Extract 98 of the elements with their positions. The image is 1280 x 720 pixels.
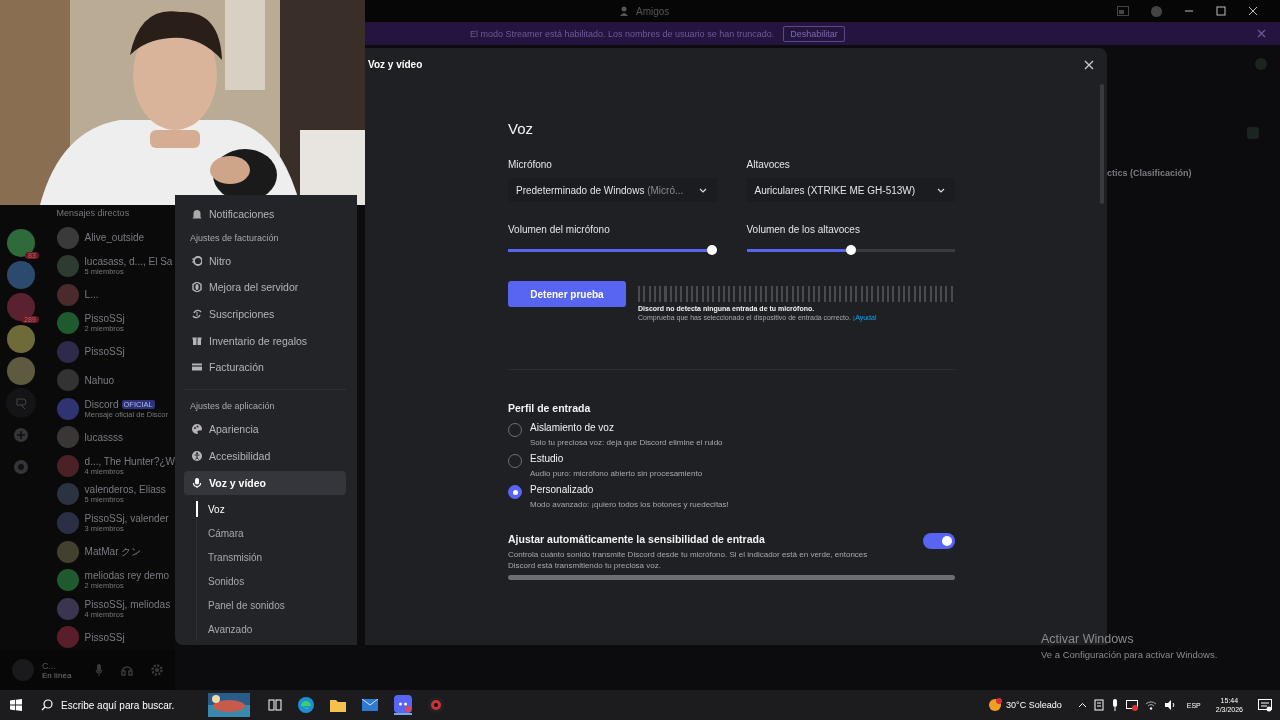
search-icon [41, 699, 53, 711]
palette-icon [192, 424, 202, 435]
contact-name[interactable]: Nahuo [84, 374, 115, 386]
sidebar-item[interactable]: Notificaciones [184, 202, 346, 226]
bell-icon [192, 209, 202, 219]
server-icon[interactable] [6, 293, 35, 321]
server-icon[interactable] [6, 357, 35, 385]
contact-name[interactable]: meliodas rey demo [84, 570, 170, 582]
browser-icon[interactable] [298, 697, 314, 713]
maximize-icon[interactable] [1216, 6, 1226, 16]
sidebar-subitem[interactable]: Transmisión [196, 545, 346, 570]
activation-text: Ve a Configuración para activar Windows. [1041, 649, 1218, 660]
monitor-icon[interactable] [1125, 699, 1138, 711]
contact-name[interactable]: Discord [84, 398, 119, 410]
section-heading: Ajustes de aplicación [189, 401, 276, 414]
section-heading: Voz [508, 120, 535, 137]
user-status: En línea [42, 670, 72, 680]
notification-icon[interactable] [1258, 698, 1272, 712]
field-label: Volumen de los altavoces [746, 224, 861, 235]
volume-icon[interactable] [1163, 700, 1176, 710]
contact-name[interactable]: PissoSSj, valender [84, 513, 169, 524]
contact-name[interactable]: PissoSSj [84, 313, 125, 325]
card-icon [192, 362, 202, 373]
inbox-icon[interactable] [1117, 6, 1129, 16]
sidebar-item[interactable]: Mejora del servidor [184, 275, 346, 300]
contact-name[interactable]: MatMar クン [84, 544, 142, 559]
stop-test-button[interactable]: Detener prueba [508, 281, 626, 307]
weather-widget[interactable]: 30°C Soleado [988, 698, 1062, 712]
contact-name[interactable]: PissoSSj, meliodas [84, 598, 171, 610]
sidebar-subitem[interactable]: Avanzado [196, 617, 346, 642]
option-label: Estudio [530, 453, 565, 464]
nitro-icon [192, 255, 202, 266]
section-heading: Mensajes directos [56, 208, 131, 220]
contact-name[interactable]: L... [84, 289, 99, 301]
sidebar-subitem[interactable]: Sonidos [196, 569, 346, 594]
banner-text: El modo Streamer está habilitado. Los nombres de usuario se han truncado. [470, 28, 775, 39]
server-icon[interactable] [6, 325, 35, 353]
setting-description: Controla cuánto sonido transmite Discord desde tu micrófono. Si el indicador está en verde, entonces Discord está transmitiendo tu preciosa voz. [508, 549, 869, 572]
refresh-icon [192, 309, 202, 320]
sidebar-item[interactable]: Accesibilidad [184, 443, 346, 468]
disable-button[interactable]: Deshabilitar [783, 25, 845, 42]
radio-button[interactable] [508, 485, 522, 499]
boost-icon [192, 282, 202, 293]
sidebar-item[interactable]: Voz y vídeo [184, 470, 346, 495]
toggle-switch[interactable] [923, 533, 955, 549]
activity-text: ctics (Clasificación) [1107, 168, 1192, 178]
window-title: Amigos [636, 5, 670, 17]
sidebar-subitem[interactable]: Cámara [196, 521, 346, 546]
section-heading: Ajustes de facturación [189, 232, 280, 245]
contact-name[interactable]: lucasass, d..., El Sa [84, 256, 173, 268]
server-icon[interactable] [6, 261, 35, 289]
accessibility-icon [192, 450, 202, 461]
contact-name[interactable]: Alive_outside [84, 232, 145, 243]
sidebar-item[interactable]: Inventario de regalos [184, 328, 346, 353]
sidebar-item[interactable]: Suscripciones [184, 302, 346, 327]
sidebar-item[interactable]: Apariencia [184, 417, 346, 442]
device-dropdown[interactable]: Predeterminado de Windows (Micró... [508, 178, 717, 202]
contact-name[interactable]: valenderos, Eliass [84, 484, 166, 496]
contact-name[interactable]: PissoSSj [84, 631, 125, 643]
field-label: Micrófono [508, 159, 553, 170]
contact-name[interactable]: lucassss [84, 431, 123, 443]
friends-icon [620, 6, 630, 16]
mail-icon[interactable] [362, 699, 378, 711]
task-view-icon[interactable] [268, 698, 282, 712]
device-icon[interactable] [1093, 699, 1104, 711]
setting-label: Ajustar automáticamente la sensibilidad de entrada [508, 533, 766, 545]
activation-title: Activar Windows [1041, 632, 1135, 646]
recorder-icon[interactable] [428, 697, 444, 713]
user-name: C... [42, 660, 57, 671]
chat-app-icon[interactable] [394, 695, 412, 715]
sidebar-subitem[interactable]: Voz [196, 501, 346, 518]
option-description: Modo avanzado: ¡quiero todos los botones y ruedecitas! [530, 500, 729, 509]
sidebar-item[interactable]: Facturación [184, 355, 346, 380]
wifi-icon[interactable] [1144, 700, 1157, 710]
option-label: Personalizado [530, 484, 595, 495]
gift-icon [192, 335, 202, 346]
chevron-down-icon [698, 187, 707, 193]
folder-icon[interactable] [330, 698, 346, 712]
contact-name[interactable]: PissoSSj [84, 346, 125, 358]
dialog-title: Voz y vídeo [368, 59, 423, 70]
option-description: Solo tu preciosa voz: deja que Discord elimine el ruido [530, 438, 723, 447]
field-label: Volumen del micrófono [508, 224, 611, 235]
contact-name[interactable]: d..., The Hunter?¿W [84, 455, 175, 467]
chevron-up-icon[interactable] [1077, 702, 1087, 708]
server-icon[interactable] [6, 229, 35, 257]
section-heading: Perfil de entrada [508, 402, 592, 414]
microphone-icon[interactable] [1110, 699, 1119, 711]
device-dropdown[interactable]: Auriculares (XTRIKE ME GH-513W) [746, 178, 955, 202]
close-icon[interactable] [1248, 6, 1258, 16]
chevron-down-icon [937, 187, 945, 193]
option-description: Audio puro: micrófono abierto sin procesamiento [530, 469, 703, 478]
sidebar-subitem[interactable]: Panel de sonidos [196, 593, 346, 618]
option-label: Aislamiento de voz [530, 422, 615, 433]
microphone-icon [192, 477, 202, 488]
sidebar-item[interactable]: Nitro [184, 248, 346, 273]
sun-icon [988, 698, 1003, 712]
windows-start-icon[interactable] [10, 699, 22, 711]
field-label: Altavoces [746, 159, 791, 170]
